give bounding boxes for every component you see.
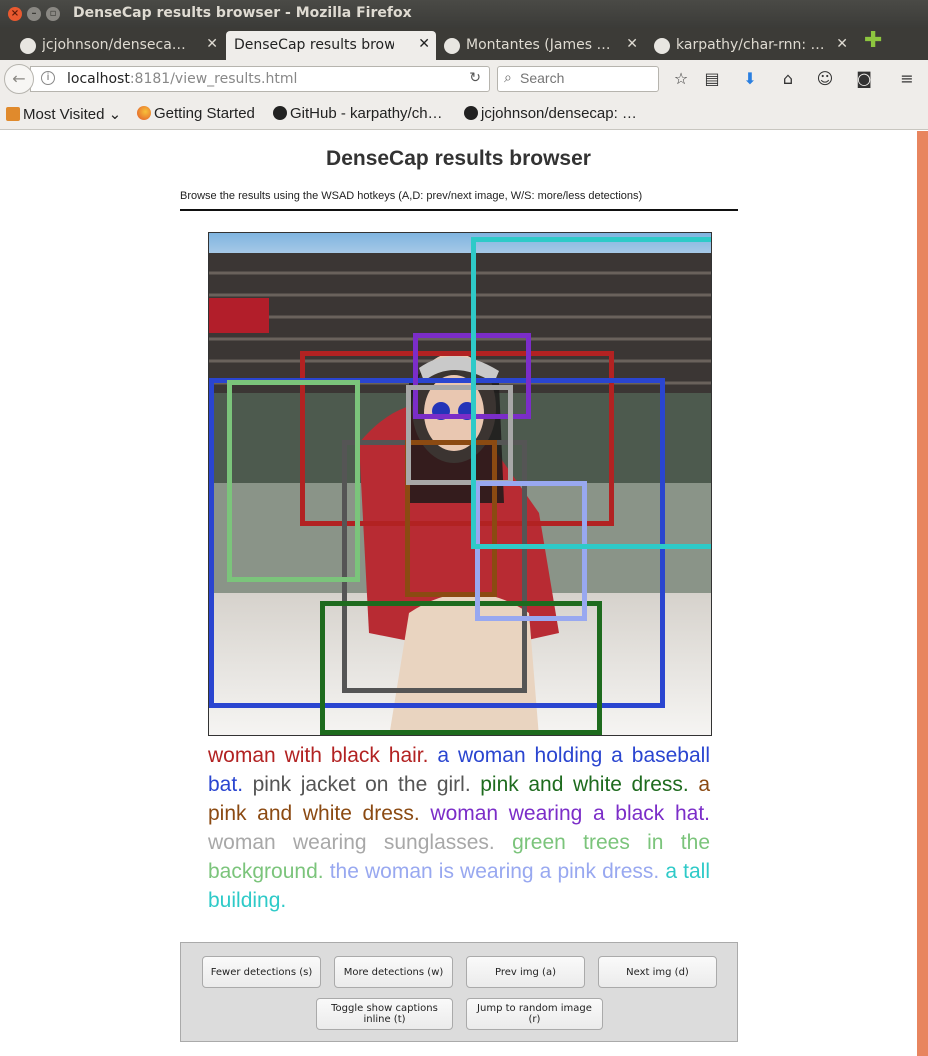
detection-box-4[interactable] (320, 601, 602, 735)
page-subtitle: Browse the results using the WSAD hotkey… (180, 190, 643, 202)
bookmark-most-visited[interactable]: Most Visited ⌄ (6, 105, 121, 123)
more-detections-button[interactable]: More detections (w) (334, 956, 453, 988)
bookmark-label: Most Visited (23, 106, 105, 123)
reload-icon[interactable]: ↻ (469, 70, 481, 86)
home-icon[interactable]: ⌂ (777, 68, 799, 90)
controls-panel: Fewer detections (s) More detections (w)… (180, 942, 738, 1042)
site-info-icon[interactable]: i (41, 71, 55, 85)
page-content: DenseCap results browser Browse the resu… (0, 131, 917, 1056)
bookmark-label: jcjohnson/densecap: … (481, 105, 637, 122)
tab-close-icon[interactable]: ✕ (836, 36, 848, 52)
caption-7[interactable]: woman wearing sunglasses. (208, 831, 495, 854)
tab-label: DenseCap results brow… (234, 37, 394, 53)
nav-toolbar: i localhost:8181/view_results.html ↻ ← ⌕… (0, 60, 928, 98)
url-bar[interactable]: i localhost:8181/view_results.html ↻ (30, 66, 490, 92)
tab-label: jcjohnson/denseca… (42, 37, 186, 53)
github-icon (444, 38, 460, 54)
reading-list-icon[interactable]: ▤ (701, 68, 723, 90)
tab-close-icon[interactable]: ✕ (418, 36, 430, 52)
bookmark-star-icon[interactable]: ☆ (670, 68, 692, 90)
window-titlebar: × – ▫ DenseCap results browser - Mozilla… (0, 0, 928, 28)
url-host: localhost (67, 71, 130, 87)
bookmark-jcjohnson-densecap[interactable]: jcjohnson/densecap: … (464, 105, 637, 122)
scrollbar[interactable] (917, 131, 928, 1056)
next-image-button[interactable]: Next img (d) (598, 956, 717, 988)
result-image (208, 232, 712, 736)
menu-hamburger-icon[interactable]: ≡ (896, 68, 918, 90)
prev-image-button[interactable]: Prev img (a) (466, 956, 585, 988)
window-title: DenseCap results browser - Mozilla Firef… (73, 5, 412, 21)
downloads-icon[interactable]: ⬇ (739, 68, 761, 90)
bookmarks-toolbar: Most Visited ⌄ Getting Started GitHub - … (0, 98, 928, 130)
tab-densecap-results[interactable]: DenseCap results brow… ✕ (226, 31, 436, 60)
search-input[interactable] (520, 70, 650, 86)
tab-label: Montantes (James … (466, 37, 611, 53)
detection-box-8[interactable] (227, 380, 360, 582)
tab-montantes[interactable]: Montantes (James … ✕ (438, 31, 644, 60)
tab-jcjohnson-densecap[interactable]: jcjohnson/denseca… ✕ (14, 31, 224, 60)
back-arrow-icon[interactable]: ← (4, 64, 34, 94)
folder-icon (6, 107, 20, 121)
caption-9[interactable]: the woman is wearing a pink dress. (330, 860, 660, 883)
hello-chat-icon[interactable]: ☺ (814, 68, 836, 90)
bookmark-label: Getting Started (154, 105, 255, 122)
tab-karpathy-char-rnn[interactable]: karpathy/char-rnn: … ✕ (648, 31, 854, 60)
github-icon (464, 106, 478, 120)
fewer-detections-button[interactable]: Fewer detections (s) (202, 956, 321, 988)
divider (180, 209, 738, 211)
bookmark-github-karpathy[interactable]: GitHub - karpathy/ch… (273, 105, 443, 122)
caption-6[interactable]: woman wearing a black hat. (430, 802, 710, 825)
url-text[interactable]: localhost:8181/view_results.html (67, 71, 297, 87)
detection-box-10[interactable] (471, 237, 711, 549)
firefox-icon (137, 106, 151, 120)
github-icon (273, 106, 287, 120)
pocket-icon[interactable]: ◙ (853, 68, 875, 90)
window-maximize-icon[interactable]: ▫ (46, 7, 60, 21)
new-tab-plus-icon[interactable]: ✚ (864, 30, 882, 52)
tab-strip: jcjohnson/denseca… ✕ DenseCap results br… (0, 28, 928, 60)
github-icon (20, 38, 36, 54)
github-icon (654, 38, 670, 54)
window-minimize-icon[interactable]: – (27, 7, 41, 21)
caption-list: woman with black hair. a woman holding a… (208, 741, 710, 915)
bookmark-label: GitHub - karpathy/ch… (290, 105, 443, 122)
search-bar[interactable]: ⌕ (497, 66, 659, 92)
caption-3[interactable]: pink jacket on the girl. (253, 773, 471, 796)
tab-label: karpathy/char-rnn: … (676, 37, 825, 53)
caption-1[interactable]: woman with black hair. (208, 744, 428, 767)
caption-4[interactable]: pink and white dress. (480, 773, 688, 796)
page-title: DenseCap results browser (326, 147, 591, 170)
window-close-icon[interactable]: × (8, 7, 22, 21)
url-path: :8181/view_results.html (129, 71, 298, 87)
tab-close-icon[interactable]: ✕ (626, 36, 638, 52)
random-image-button[interactable]: Jump to random image (r) (466, 998, 603, 1030)
search-icon: ⌕ (504, 70, 512, 86)
toggle-captions-button[interactable]: Toggle show captions inline (t) (316, 998, 453, 1030)
tab-close-icon[interactable]: ✕ (206, 36, 218, 52)
bookmark-getting-started[interactable]: Getting Started (137, 105, 255, 122)
